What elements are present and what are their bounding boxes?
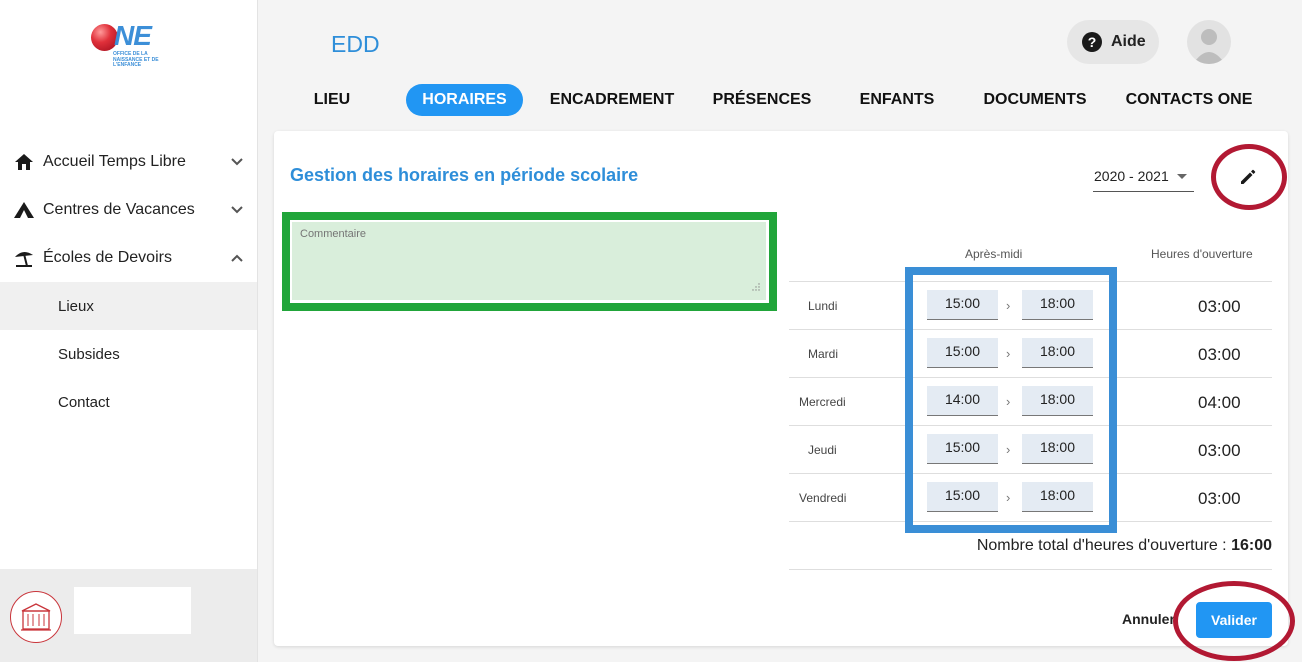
logo-subtitle: OFFICE DE LA NAISSANCE ET DE L'ENFANCE (113, 51, 159, 68)
user-icon (1193, 29, 1225, 64)
card-title: Gestion des horaires en période scolaire (290, 165, 639, 185)
arrow-icon: › (1006, 490, 1011, 505)
row-divider (789, 377, 1272, 378)
footer-placeholder-box (74, 587, 191, 634)
building-icon[interactable] (10, 591, 62, 643)
row-divider (789, 521, 1272, 522)
validate-button[interactable]: Valider (1196, 602, 1272, 638)
end-time-input[interactable] (1022, 482, 1093, 512)
help-button[interactable]: ? Aide (1067, 20, 1159, 64)
sidebar-footer (0, 569, 257, 662)
tab-horaires[interactable]: HORAIRES (406, 84, 523, 116)
sidebar-subitem-label: Contact (58, 393, 110, 411)
chevron-up-icon[interactable] (230, 251, 244, 265)
tab-presences[interactable]: PRÉSENCES (706, 84, 818, 116)
start-time-input[interactable] (927, 290, 998, 320)
sidebar-item-centres-de-vacances[interactable]: Centres de Vacances (0, 186, 257, 234)
opening-hours-value: 03:00 (1198, 345, 1241, 364)
tab-documents[interactable]: DOCUMENTS (979, 84, 1091, 116)
tab-contacts-one[interactable]: CONTACTS ONE (1122, 84, 1256, 116)
tab-enfants[interactable]: ENFANTS (852, 84, 942, 116)
year-value: 2020 - 2021 (1094, 168, 1169, 184)
tent-icon (13, 200, 35, 220)
start-time-input[interactable] (927, 386, 998, 416)
sidebar-subitem-lieux[interactable]: Lieux (0, 282, 257, 330)
chevron-down-icon[interactable] (230, 155, 244, 169)
pencil-icon (1241, 169, 1256, 184)
row-divider (789, 329, 1272, 330)
row-divider (789, 569, 1272, 570)
opening-hours-value: 03:00 (1198, 489, 1241, 508)
total-hours: Nombre total d'heures d'ouverture : 16:0… (977, 537, 1272, 555)
sidebar-subitem-contact[interactable]: Contact (0, 378, 257, 426)
end-time-input[interactable] (1022, 434, 1093, 464)
row-divider (789, 425, 1272, 426)
page-title: EDD (331, 31, 380, 57)
day-label: Mercredi (799, 395, 846, 409)
one-logo[interactable]: NE OFFICE DE LA NAISSANCE ET DE L'ENFANC… (90, 20, 170, 70)
start-time-input[interactable] (927, 482, 998, 512)
chevron-down-icon[interactable] (230, 203, 244, 217)
sidebar-subitem-label: Subsides (58, 345, 120, 363)
column-header-opening-hours: Heures d'ouverture (1151, 247, 1253, 261)
day-label: Jeudi (808, 443, 837, 457)
sidebar-subitem-subsides[interactable]: Subsides (0, 330, 257, 378)
sidebar-item-label: Centres de Vacances (43, 201, 195, 218)
beach-umbrella-icon (13, 248, 35, 268)
end-time-input[interactable] (1022, 290, 1093, 320)
house-icon (13, 152, 35, 172)
tab-lieu[interactable]: LIEU (296, 84, 368, 116)
resize-grip-icon[interactable] (752, 283, 760, 291)
total-hours-value: 16:00 (1231, 537, 1272, 554)
arrow-icon: › (1006, 394, 1011, 409)
question-icon: ? (1082, 32, 1102, 52)
caret-down-icon (1177, 174, 1187, 179)
sidebar: NE OFFICE DE LA NAISSANCE ET DE L'ENFANC… (0, 0, 258, 662)
year-select[interactable]: 2020 - 2021 (1093, 164, 1194, 192)
sidebar-subitem-label: Lieux (58, 297, 94, 315)
sidebar-item-label: Écoles de Devoirs (43, 249, 172, 266)
arrow-icon: › (1006, 346, 1011, 361)
logo-text: NE (114, 20, 152, 51)
start-time-input[interactable] (927, 434, 998, 464)
day-label: Lundi (808, 299, 838, 313)
end-time-input[interactable] (1022, 338, 1093, 368)
opening-hours-value: 04:00 (1198, 393, 1241, 412)
opening-hours-value: 03:00 (1198, 441, 1241, 460)
total-hours-label: Nombre total d'heures d'ouverture : (976, 537, 1227, 554)
edit-button[interactable] (1226, 161, 1270, 193)
row-divider (789, 281, 1272, 282)
end-time-input[interactable] (1022, 386, 1093, 416)
sidebar-item-label: Accueil Temps Libre (43, 153, 186, 170)
sidebar-item-ecoles-de-devoirs[interactable]: Écoles de Devoirs (0, 234, 257, 282)
start-time-input[interactable] (927, 338, 998, 368)
cancel-button[interactable]: Annuler (1122, 611, 1175, 627)
day-label: Mardi (808, 347, 839, 361)
avatar[interactable] (1187, 20, 1231, 64)
column-header-afternoon: Après-midi (965, 247, 1023, 261)
opening-hours-value: 03:00 (1198, 297, 1241, 316)
sidebar-item-accueil-temps-libre[interactable]: Accueil Temps Libre (0, 138, 257, 186)
arrow-icon: › (1006, 442, 1011, 457)
tab-encadrement[interactable]: ENCADREMENT (547, 84, 677, 116)
row-divider (789, 473, 1272, 474)
arrow-icon: › (1006, 298, 1011, 313)
comment-field[interactable] (292, 222, 766, 300)
day-label: Vendredi (799, 491, 847, 505)
help-label: Aide (1111, 33, 1146, 50)
